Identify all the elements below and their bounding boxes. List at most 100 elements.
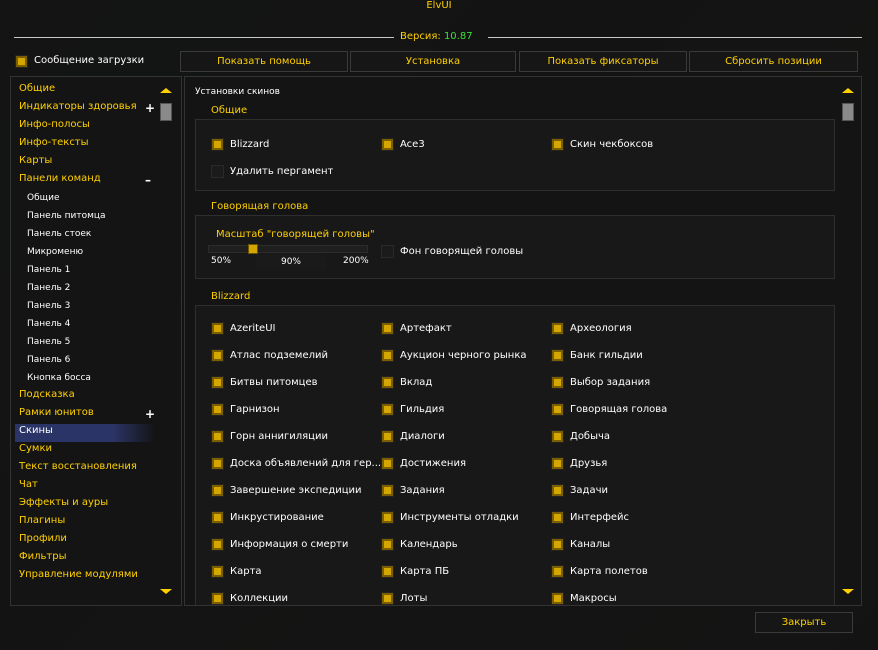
login-message-checkbox[interactable] xyxy=(15,55,28,68)
sidebar-item[interactable]: Управление модулями xyxy=(19,569,138,581)
skin-option-checkbox[interactable] xyxy=(381,538,394,551)
page-heading: Установки скинов xyxy=(195,87,280,97)
checkbox-skin-label: Скин чекбоксов xyxy=(570,139,654,150)
skin-option-checkbox[interactable] xyxy=(551,322,564,335)
talking-head-scale-title: Масштаб "говорящей головы" xyxy=(216,229,375,240)
ace3-checkbox[interactable] xyxy=(381,138,394,151)
general-group: Blizzard Ace3 Скин чекбоксов Удалить пер… xyxy=(195,119,835,191)
scroll-up-arrow-icon[interactable] xyxy=(842,88,854,93)
skin-option-label: Друзья xyxy=(570,458,608,469)
skin-option-checkbox[interactable] xyxy=(211,484,224,497)
sidebar-scrollbar[interactable] xyxy=(159,85,173,599)
skin-option-checkbox[interactable] xyxy=(211,403,224,416)
sidebar: Общие Индикаторы здоровья + Инфо-полосы Инфо… xyxy=(10,76,182,606)
skin-option-checkbox[interactable] xyxy=(211,565,224,578)
sidebar-item[interactable]: Панель 3 xyxy=(27,300,70,312)
skin-option-checkbox[interactable] xyxy=(551,538,564,551)
skin-option-checkbox[interactable] xyxy=(381,592,394,605)
sidebar-item[interactable]: Плагины xyxy=(19,515,65,527)
sidebar-item[interactable]: Панель стоек xyxy=(27,228,91,240)
skin-option-checkbox[interactable] xyxy=(381,565,394,578)
reset-positions-button[interactable]: Сбросить позиции xyxy=(689,51,858,72)
sidebar-item[interactable]: Скины xyxy=(19,425,53,437)
sidebar-item[interactable]: Микроменю xyxy=(27,246,83,258)
skin-option-checkbox[interactable] xyxy=(551,376,564,389)
show-help-button[interactable]: Показать помощь xyxy=(180,51,348,72)
skin-option-checkbox[interactable] xyxy=(211,538,224,551)
divider-left xyxy=(14,37,394,38)
sidebar-item[interactable]: Панель питомца xyxy=(27,210,106,222)
skin-option-checkbox[interactable] xyxy=(381,430,394,443)
close-button[interactable]: Закрыть xyxy=(755,612,853,633)
slider-value[interactable]: 90% xyxy=(256,255,326,269)
skin-option-checkbox[interactable] xyxy=(551,349,564,362)
sidebar-item[interactable]: Кнопка босса xyxy=(27,372,91,384)
sidebar-item[interactable]: Подсказка xyxy=(19,389,75,401)
skin-option-label: Гарнизон xyxy=(230,404,280,415)
skin-option-label: Археология xyxy=(570,323,632,334)
sidebar-item[interactable]: Инфо-полосы xyxy=(19,119,90,131)
sidebar-item[interactable]: Панель 1 xyxy=(27,264,70,276)
blizzard-checkbox[interactable] xyxy=(211,138,224,151)
skin-option-label: Инкрустирование xyxy=(230,512,324,523)
sidebar-item[interactable]: Общие xyxy=(27,192,60,204)
skin-option-checkbox[interactable] xyxy=(211,376,224,389)
sidebar-item[interactable]: Панель 5 xyxy=(27,336,70,348)
skin-option-checkbox[interactable] xyxy=(211,457,224,470)
sidebar-item[interactable]: Профили xyxy=(19,533,67,545)
skin-option-checkbox[interactable] xyxy=(381,322,394,335)
sidebar-item[interactable]: Панель 4 xyxy=(27,318,70,330)
scroll-down-arrow-icon[interactable] xyxy=(160,589,172,594)
scroll-thumb[interactable] xyxy=(160,103,172,121)
sidebar-item[interactable]: Текст восстановления xyxy=(19,461,137,473)
talking-head-scale-knob[interactable] xyxy=(248,244,259,254)
sidebar-item[interactable]: Эффекты и ауры xyxy=(19,497,108,509)
skin-option-checkbox[interactable] xyxy=(211,511,224,524)
content-scrollbar[interactable] xyxy=(841,85,855,599)
skin-option-checkbox[interactable] xyxy=(381,484,394,497)
skin-option-label: Говорящая голова xyxy=(570,404,668,415)
blizzard-label: Blizzard xyxy=(230,139,270,150)
skin-option-checkbox[interactable] xyxy=(211,349,224,362)
skin-option-checkbox[interactable] xyxy=(381,376,394,389)
skin-option-checkbox[interactable] xyxy=(211,430,224,443)
talking-head-bg-checkbox[interactable] xyxy=(381,245,394,258)
expand-icon[interactable]: + xyxy=(145,408,155,420)
scroll-up-arrow-icon[interactable] xyxy=(160,88,172,93)
install-button[interactable]: Установка xyxy=(350,51,516,72)
sidebar-item[interactable]: Чат xyxy=(19,479,38,491)
scroll-down-arrow-icon[interactable] xyxy=(842,589,854,594)
skin-option-checkbox[interactable] xyxy=(551,511,564,524)
skin-option-checkbox[interactable] xyxy=(381,511,394,524)
scroll-thumb[interactable] xyxy=(842,103,854,121)
skin-option-checkbox[interactable] xyxy=(551,457,564,470)
talking-head-scale-track[interactable] xyxy=(208,245,368,253)
skin-option-checkbox[interactable] xyxy=(381,457,394,470)
expand-icon[interactable]: + xyxy=(145,102,155,114)
skin-option-checkbox[interactable] xyxy=(551,403,564,416)
sidebar-item[interactable]: Панель 6 xyxy=(27,354,70,366)
checkbox-skin-checkbox[interactable] xyxy=(551,138,564,151)
sidebar-item[interactable]: Карты xyxy=(19,155,52,167)
sidebar-item[interactable]: Панели команд xyxy=(19,173,101,185)
skin-option-checkbox[interactable] xyxy=(211,322,224,335)
skin-option-checkbox[interactable] xyxy=(551,592,564,605)
skin-option-checkbox[interactable] xyxy=(551,565,564,578)
skin-option-label: Инструменты отладки xyxy=(400,512,519,523)
sidebar-item[interactable]: Инфо-тексты xyxy=(19,137,89,149)
skin-option-checkbox[interactable] xyxy=(551,484,564,497)
sidebar-item[interactable]: Панель 2 xyxy=(27,282,70,294)
skin-option-checkbox[interactable] xyxy=(381,403,394,416)
sidebar-item[interactable]: Индикаторы здоровья xyxy=(19,101,137,113)
remove-parchment-checkbox[interactable] xyxy=(211,165,224,178)
collapse-icon[interactable]: – xyxy=(145,174,151,186)
sidebar-item[interactable]: Общие xyxy=(19,83,55,95)
sidebar-item[interactable]: Сумки xyxy=(19,443,52,455)
skin-option-checkbox[interactable] xyxy=(381,349,394,362)
skin-option-checkbox[interactable] xyxy=(211,592,224,605)
skin-option-checkbox[interactable] xyxy=(551,430,564,443)
sidebar-item[interactable]: Рамки юнитов xyxy=(19,407,94,419)
show-movers-button[interactable]: Показать фиксаторы xyxy=(519,51,687,72)
talking-head-group-title: Говорящая голова xyxy=(211,201,309,212)
sidebar-item[interactable]: Фильтры xyxy=(19,551,66,563)
